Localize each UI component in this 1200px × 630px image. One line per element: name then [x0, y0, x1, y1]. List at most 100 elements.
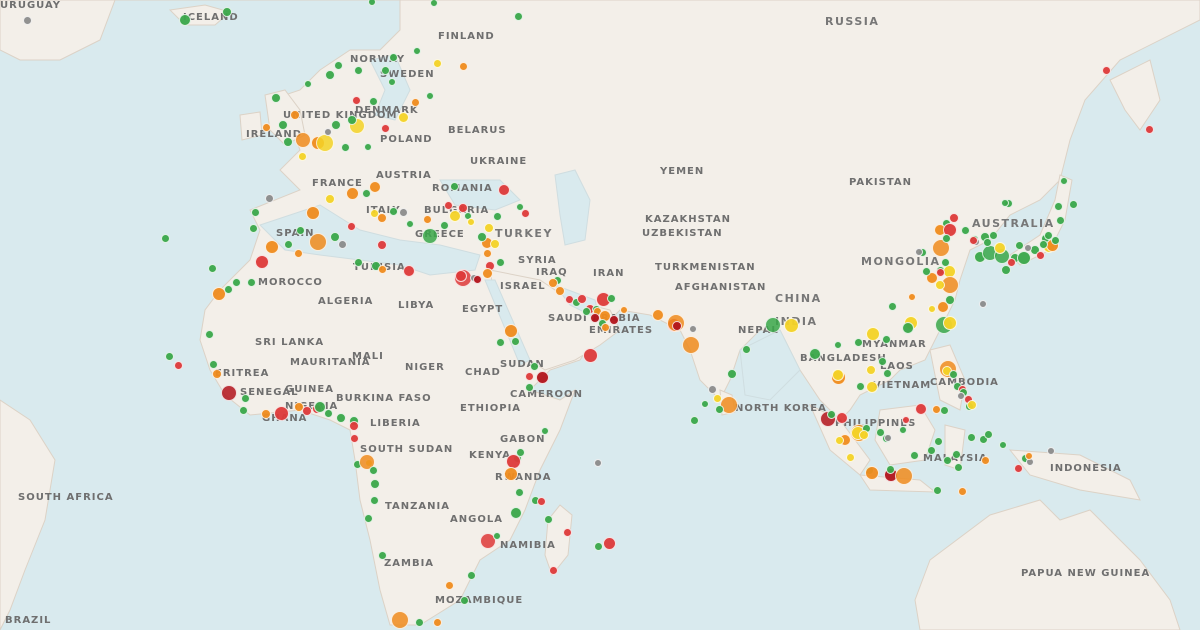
world-map[interactable]: RUSSIA FINLAND NORWAY SWEDEN ICELAND UNITED K… — [0, 0, 1200, 630]
map-marker[interactable] — [377, 264, 387, 274]
map-marker[interactable] — [982, 237, 992, 247]
map-marker[interactable] — [398, 207, 408, 217]
map-marker[interactable] — [304, 80, 312, 88]
map-marker[interactable] — [1006, 257, 1016, 267]
map-marker[interactable] — [1047, 447, 1055, 455]
map-marker[interactable] — [414, 617, 424, 627]
map-marker[interactable] — [443, 200, 453, 210]
map-marker[interactable] — [562, 527, 572, 537]
map-marker[interactable] — [966, 432, 976, 442]
map-marker[interactable] — [255, 255, 269, 269]
map-marker[interactable] — [377, 550, 387, 560]
map-marker[interactable] — [902, 322, 914, 334]
map-marker[interactable] — [672, 321, 682, 331]
map-marker[interactable] — [331, 120, 341, 130]
map-marker[interactable] — [492, 211, 502, 221]
map-marker[interactable] — [783, 317, 799, 333]
map-marker[interactable] — [1038, 239, 1048, 249]
map-marker[interactable] — [836, 412, 848, 424]
map-marker[interactable] — [941, 233, 951, 243]
map-marker[interactable] — [884, 434, 892, 442]
map-marker[interactable] — [459, 595, 469, 605]
map-marker[interactable] — [204, 329, 214, 339]
map-marker[interactable] — [231, 277, 241, 287]
map-marker[interactable] — [582, 347, 598, 363]
map-marker[interactable] — [221, 385, 237, 401]
map-marker[interactable] — [1001, 265, 1011, 275]
map-marker[interactable] — [377, 213, 387, 223]
map-marker[interactable] — [380, 123, 390, 133]
map-marker[interactable] — [208, 359, 218, 369]
map-marker[interactable] — [602, 536, 616, 550]
map-marker[interactable] — [510, 336, 520, 346]
map-marker[interactable] — [377, 240, 387, 250]
map-marker[interactable] — [481, 267, 493, 279]
map-marker[interactable] — [887, 301, 897, 311]
map-marker[interactable] — [207, 263, 217, 273]
map-marker[interactable] — [524, 371, 534, 381]
map-marker[interactable] — [555, 286, 565, 296]
map-marker[interactable] — [983, 429, 993, 439]
map-marker[interactable] — [368, 465, 378, 475]
map-marker[interactable] — [261, 409, 271, 419]
map-marker[interactable] — [369, 181, 381, 193]
map-marker[interactable] — [765, 317, 781, 333]
map-marker[interactable] — [1035, 250, 1045, 260]
map-marker[interactable] — [809, 348, 821, 360]
map-marker[interactable] — [953, 462, 963, 472]
map-marker[interactable] — [957, 392, 965, 400]
map-marker[interactable] — [164, 351, 174, 361]
map-marker[interactable] — [212, 369, 222, 379]
map-marker[interactable] — [179, 14, 191, 26]
map-marker[interactable] — [278, 120, 288, 130]
map-marker[interactable] — [391, 611, 409, 629]
map-marker[interactable] — [444, 580, 454, 590]
map-marker[interactable] — [943, 316, 957, 330]
map-marker[interactable] — [834, 435, 844, 445]
map-marker[interactable] — [340, 142, 350, 152]
map-marker[interactable] — [504, 467, 518, 481]
map-marker[interactable] — [316, 134, 334, 152]
map-marker[interactable] — [712, 393, 722, 403]
map-marker[interactable] — [942, 455, 952, 465]
map-marker[interactable] — [866, 365, 876, 375]
map-marker[interactable] — [581, 306, 591, 316]
map-marker[interactable] — [600, 322, 610, 332]
map-marker[interactable] — [980, 455, 990, 465]
map-marker[interactable] — [968, 235, 978, 245]
map-marker[interactable] — [994, 242, 1006, 254]
map-marker[interactable] — [432, 58, 442, 68]
map-marker[interactable] — [620, 306, 628, 314]
map-marker[interactable] — [529, 361, 539, 371]
map-marker[interactable] — [1001, 199, 1009, 207]
map-marker[interactable] — [498, 184, 510, 196]
map-marker[interactable] — [1060, 177, 1068, 185]
map-marker[interactable] — [514, 487, 524, 497]
map-marker[interactable] — [727, 369, 737, 379]
map-marker[interactable] — [484, 223, 494, 233]
map-marker[interactable] — [845, 452, 855, 462]
map-marker[interactable] — [380, 65, 390, 75]
map-marker[interactable] — [881, 334, 891, 344]
map-marker[interactable] — [369, 495, 379, 505]
map-marker[interactable] — [477, 232, 487, 242]
map-marker[interactable] — [1014, 240, 1024, 250]
map-marker[interactable] — [652, 309, 664, 321]
map-marker[interactable] — [515, 447, 525, 457]
map-marker[interactable] — [520, 208, 530, 218]
map-marker[interactable] — [701, 400, 709, 408]
map-marker[interactable] — [388, 206, 398, 216]
map-marker[interactable] — [1144, 124, 1154, 134]
map-marker[interactable] — [346, 221, 356, 231]
map-marker[interactable] — [455, 270, 467, 282]
map-marker[interactable] — [834, 341, 842, 349]
map-marker[interactable] — [290, 110, 300, 120]
map-marker[interactable] — [865, 466, 879, 480]
map-marker[interactable] — [707, 384, 717, 394]
map-marker[interactable] — [877, 356, 887, 366]
map-marker[interactable] — [535, 370, 549, 384]
map-marker[interactable] — [960, 225, 970, 235]
map-marker[interactable] — [347, 115, 357, 125]
map-marker[interactable] — [353, 65, 363, 75]
map-marker[interactable] — [472, 274, 482, 284]
